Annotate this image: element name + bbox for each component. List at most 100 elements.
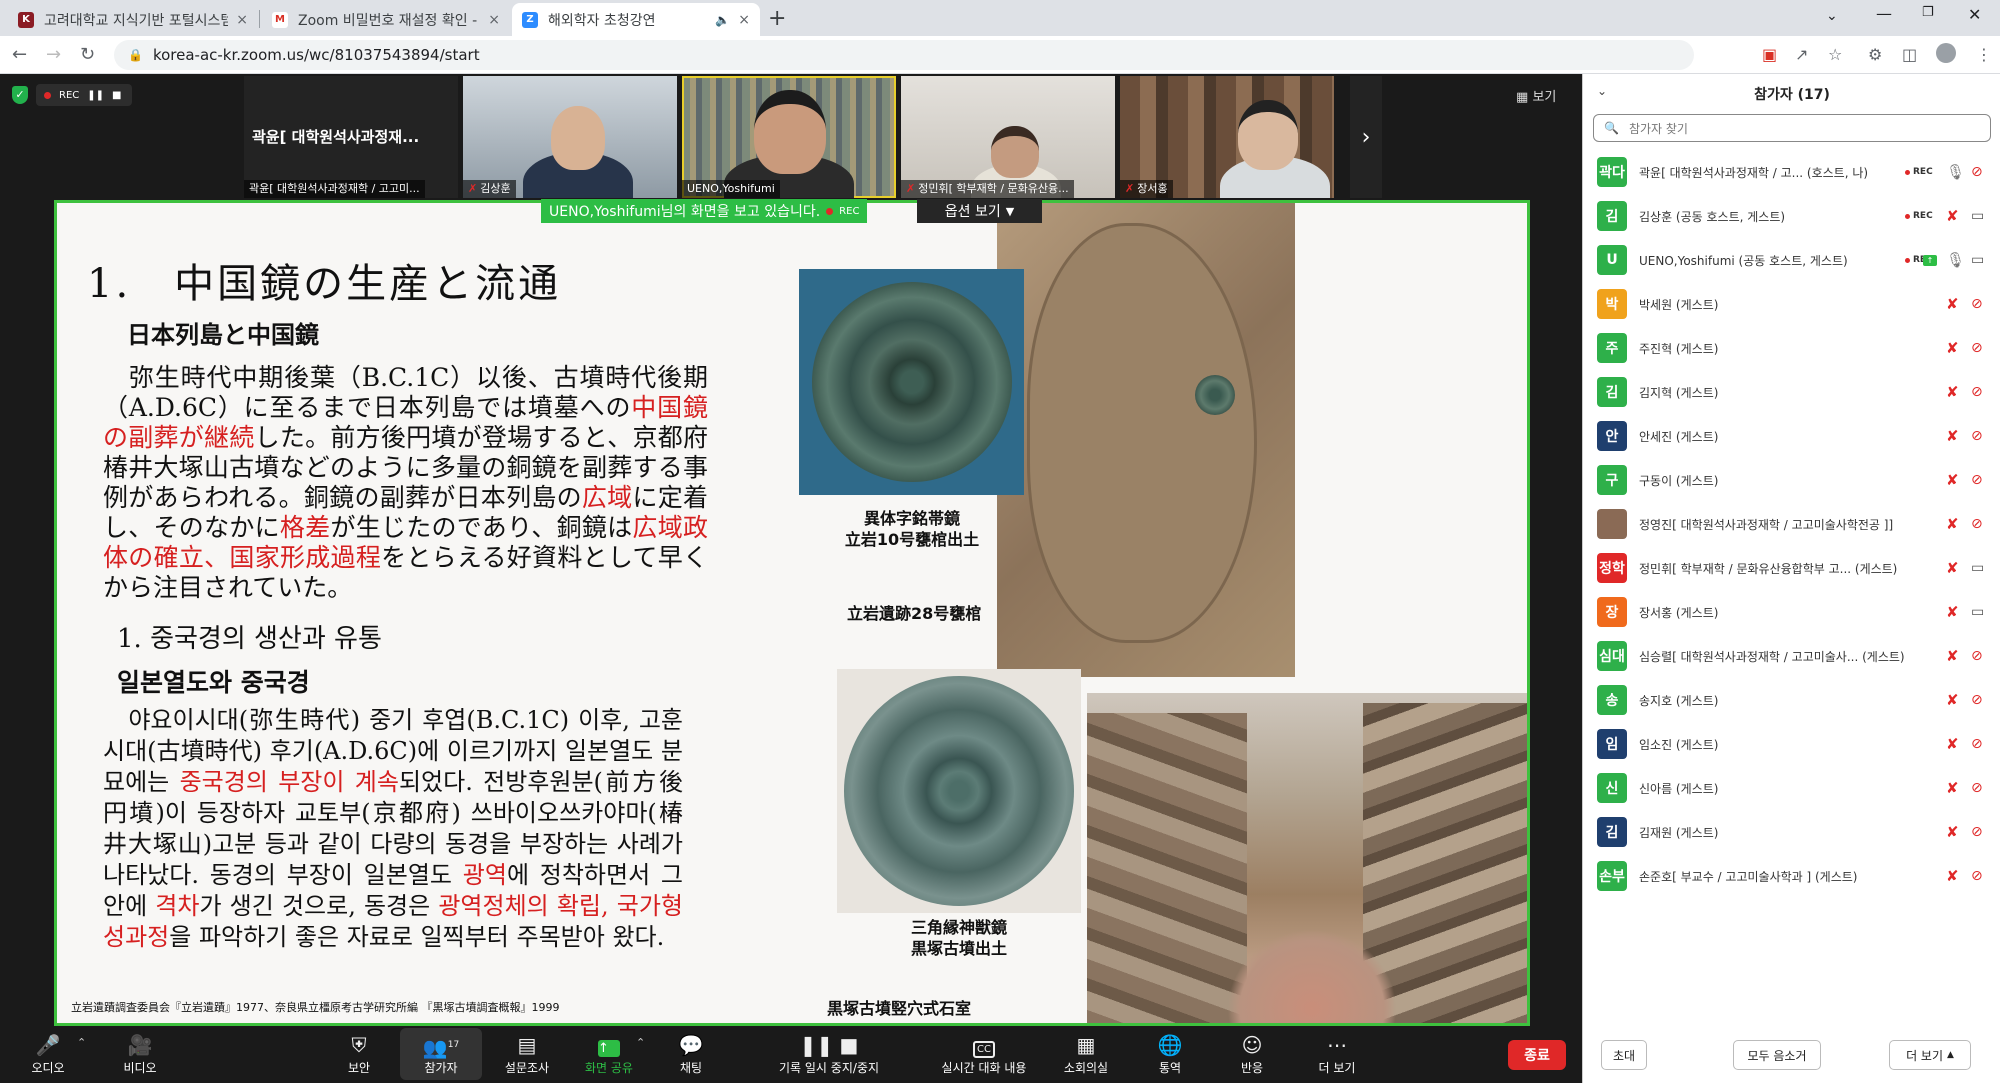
video-tile-participant[interactable]: ✗ 장서홍	[1120, 76, 1334, 198]
reactions-button[interactable]: ☺ 반응	[1232, 1028, 1272, 1080]
forward-arrow-icon[interactable]: →	[46, 44, 61, 65]
side-panel-icon[interactable]: ◫	[1902, 45, 1917, 64]
mic-muted-icon[interactable]: ✘	[1946, 339, 1959, 357]
video-off-icon[interactable]: ⊘	[1971, 824, 1983, 840]
record-control-button[interactable]: ❚❚ ■ 기록 일시 중지/중지	[770, 1028, 888, 1080]
video-off-icon[interactable]: ⊘	[1971, 780, 1983, 796]
video-off-icon[interactable]: ⊘	[1971, 296, 1983, 312]
more-button[interactable]: ⋯ 더 보기	[1314, 1028, 1360, 1080]
stop-recording-icon[interactable]: ■	[112, 90, 121, 101]
participant-row[interactable]: 송 송지호 (게스트) ✘ ⊘	[1583, 678, 2000, 722]
browser-tab-zoom[interactable]: Z 해외학자 초청강연 🔈 ×	[512, 3, 760, 36]
end-meeting-button[interactable]: 종료	[1508, 1040, 1566, 1070]
audio-button[interactable]: 🎤 오디오	[22, 1028, 74, 1080]
video-tile-participant[interactable]: ✗ 정민휘[ 학부재학 / 문화유산융...	[901, 76, 1115, 198]
participants-button[interactable]: 👥17 참가자	[400, 1028, 482, 1080]
participant-row[interactable]: UUENO,Yoshifumi (공동 호스트, 게스트)REC↑🎙▭	[1583, 238, 2000, 282]
audio-options-caret-icon[interactable]: ⌃	[77, 1036, 86, 1049]
close-tab-icon[interactable]: ×	[488, 12, 500, 28]
address-bar[interactable]: 🔒 korea-ac-kr.zoom.us/wc/81037543894/sta…	[114, 40, 1694, 70]
participant-row[interactable]: 신 신아름 (게스트) ✘ ⊘	[1583, 766, 2000, 810]
participant-row[interactable]: 심대 심승렬[ 대학원석사과정재학 / 고고미술사... (게스트) ✘ ⊘	[1583, 634, 2000, 678]
view-options-button[interactable]: 옵션 보기 ▼	[917, 199, 1042, 223]
polls-button[interactable]: ▤ 설문조사	[496, 1028, 558, 1080]
minimize-icon[interactable]: —	[1876, 4, 1892, 23]
video-camera-icon[interactable]: ▭	[1971, 208, 1984, 224]
more-options-button[interactable]: 더 보기 ▲	[1889, 1040, 1971, 1070]
kebab-menu-icon[interactable]: ⋮	[1976, 45, 1992, 64]
browser-tab-portal[interactable]: K 고려대학교 지식기반 포털시스템 ×	[8, 3, 258, 36]
participant-row[interactable]: 주 주진혁 (게스트) ✘ ⊘	[1583, 326, 2000, 370]
video-off-icon[interactable]: ⊘	[1971, 164, 1983, 180]
back-arrow-icon[interactable]: ←	[12, 44, 27, 65]
breakout-rooms-button[interactable]: ▦ 소회의실	[1058, 1028, 1114, 1080]
participant-row[interactable]: 안 안세진 (게스트) ✘ ⊘	[1583, 414, 2000, 458]
security-button[interactable]: ⛨ 보안	[338, 1028, 380, 1080]
close-window-icon[interactable]: ✕	[1968, 5, 1981, 24]
participant-row[interactable]: 손부 손준호[ 부교수 / 고고미술사학과 ] (게스트) ✘ ⊘	[1583, 854, 2000, 898]
video-camera-icon[interactable]: ▭	[1971, 252, 1984, 268]
tab-search-icon[interactable]: ⌄	[1826, 8, 1838, 24]
shared-screen[interactable]: 1. 中国鏡の生産と流通 日本列島と中国鏡 弥生時代中期後葉（B.C.1C）以後…	[54, 200, 1530, 1026]
profile-avatar-icon[interactable]	[1936, 43, 1956, 63]
chat-button[interactable]: 💬 채팅	[670, 1028, 712, 1080]
view-button[interactable]: ▦ 보기	[1516, 86, 1556, 105]
mic-muted-icon[interactable]: ✘	[1946, 471, 1959, 489]
new-tab-button[interactable]: +	[768, 6, 786, 31]
participant-search-input[interactable]: 🔍 참가자 찾기	[1593, 114, 1991, 142]
participant-row[interactable]: 김 김재원 (게스트) ✘ ⊘	[1583, 810, 2000, 854]
video-off-icon[interactable]: ⊘	[1971, 648, 1983, 664]
participant-row[interactable]: 김 김지혁 (게스트) ✘ ⊘	[1583, 370, 2000, 414]
participant-row[interactable]: 김 김상훈 (공동 호스트, 게스트) REC ✘ ▭	[1583, 194, 2000, 238]
restore-icon[interactable]: ❐	[1922, 5, 1934, 20]
video-off-icon[interactable]: ⊘	[1971, 868, 1983, 884]
microphone-icon[interactable]: 🎙	[1946, 251, 1965, 269]
participant-row[interactable]: 박 박세원 (게스트) ✘ ⊘	[1583, 282, 2000, 326]
mic-muted-icon[interactable]: ✘	[1946, 207, 1959, 225]
video-tile-participant[interactable]: ✗ 김상훈	[463, 76, 677, 198]
mic-muted-icon[interactable]: ✘	[1946, 515, 1959, 533]
mic-muted-icon[interactable]: ✘	[1946, 867, 1959, 885]
mic-muted-icon[interactable]: ✘	[1946, 691, 1959, 709]
participant-row[interactable]: 임 임소진 (게스트) ✘ ⊘	[1583, 722, 2000, 766]
video-off-icon[interactable]: ⊘	[1971, 472, 1983, 488]
participant-row[interactable]: 곽다 곽윤[ 대학원석사과정재학 / 고... (호스트, 나) REC 🎙 ⊘	[1583, 150, 2000, 194]
participant-row[interactable]: 구 구동이 (게스트) ✘ ⊘	[1583, 458, 2000, 502]
invite-button[interactable]: 초대	[1601, 1040, 1647, 1070]
video-off-icon[interactable]: ⊘	[1971, 428, 1983, 444]
share-page-icon[interactable]: ↗	[1795, 45, 1808, 64]
camera-blocked-icon[interactable]: ▣	[1762, 45, 1777, 64]
video-off-icon[interactable]: ⊘	[1971, 692, 1983, 708]
close-tab-icon[interactable]: ×	[738, 12, 750, 28]
mic-muted-icon[interactable]: ✘	[1946, 559, 1959, 577]
close-tab-icon[interactable]: ×	[236, 12, 248, 28]
interpretation-button[interactable]: 🌐 통역	[1150, 1028, 1190, 1080]
video-tile-active-speaker[interactable]: UENO,Yoshifumi	[682, 76, 896, 198]
encryption-shield-icon[interactable]: ✓	[12, 86, 28, 104]
mute-all-button[interactable]: 모두 음소거	[1733, 1040, 1821, 1070]
pause-recording-icon[interactable]: ❚❚	[87, 90, 104, 101]
mic-muted-icon[interactable]: ✘	[1946, 647, 1959, 665]
video-off-icon[interactable]: ⊘	[1971, 736, 1983, 752]
share-options-caret-icon[interactable]: ⌃	[636, 1036, 645, 1049]
participant-row[interactable]: 장 장서홍 (게스트) ✘ ▭	[1583, 590, 2000, 634]
live-transcript-button[interactable]: CC 실시간 대화 내용	[930, 1028, 1038, 1080]
video-button[interactable]: 🎥 비디오	[112, 1028, 168, 1080]
reload-icon[interactable]: ↻	[80, 44, 95, 65]
bookmark-star-icon[interactable]: ☆	[1828, 45, 1842, 64]
mic-muted-icon[interactable]: ✘	[1946, 823, 1959, 841]
extensions-puzzle-icon[interactable]: ⚙	[1868, 45, 1882, 64]
next-page-arrow-icon[interactable]: ›	[1350, 76, 1382, 198]
mic-muted-icon[interactable]: ✘	[1946, 427, 1959, 445]
browser-tab-gmail[interactable]: M Zoom 비밀번호 재설정 확인 - g ×	[262, 3, 510, 36]
mic-muted-icon[interactable]: ✘	[1946, 295, 1959, 313]
mic-muted-icon[interactable]: ✘	[1946, 735, 1959, 753]
video-off-icon[interactable]: ⊘	[1971, 340, 1983, 356]
video-tile-host[interactable]: 곽윤[ 대학원석사과정재... 곽윤[ 대학원석사과정재학 / 고고미...	[244, 76, 458, 198]
video-camera-icon[interactable]: ▭	[1971, 604, 1984, 620]
video-off-icon[interactable]: ⊘	[1971, 516, 1983, 532]
mic-muted-icon[interactable]: ✘	[1946, 383, 1959, 401]
mic-muted-icon[interactable]: ✘	[1946, 779, 1959, 797]
mic-muted-icon[interactable]: ✘	[1946, 603, 1959, 621]
microphone-icon[interactable]: 🎙	[1946, 163, 1965, 181]
